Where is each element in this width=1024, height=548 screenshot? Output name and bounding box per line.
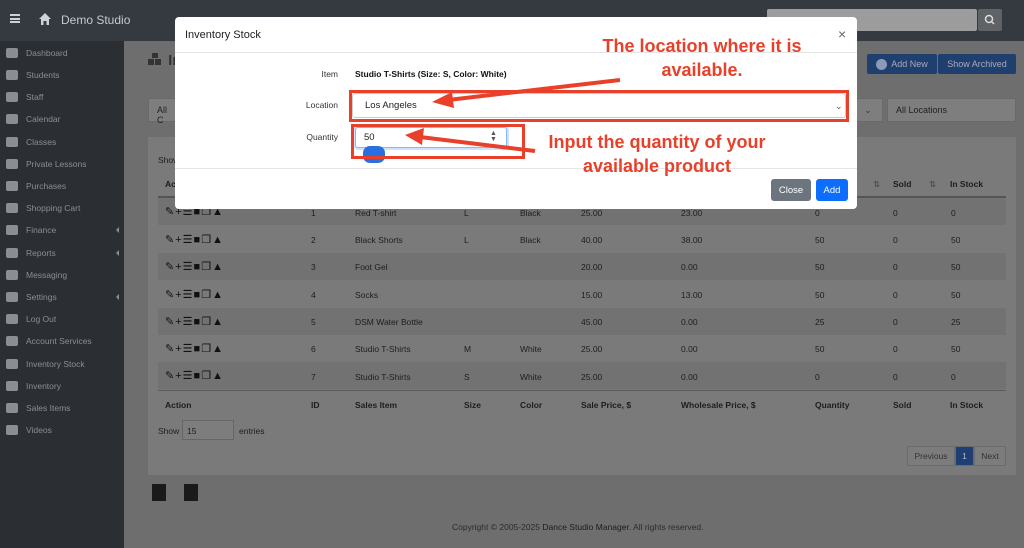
- arrow-to-quantity: [419, 135, 536, 153]
- location-annotation: The location where it is available.: [602, 36, 802, 80]
- arrowhead-location: [432, 92, 454, 108]
- arrow-to-location: [447, 78, 621, 102]
- arrowhead-quantity: [405, 128, 424, 145]
- quantity-annotation: Input the quantity of your available pro…: [548, 132, 766, 176]
- annotation-arrows: [405, 78, 621, 153]
